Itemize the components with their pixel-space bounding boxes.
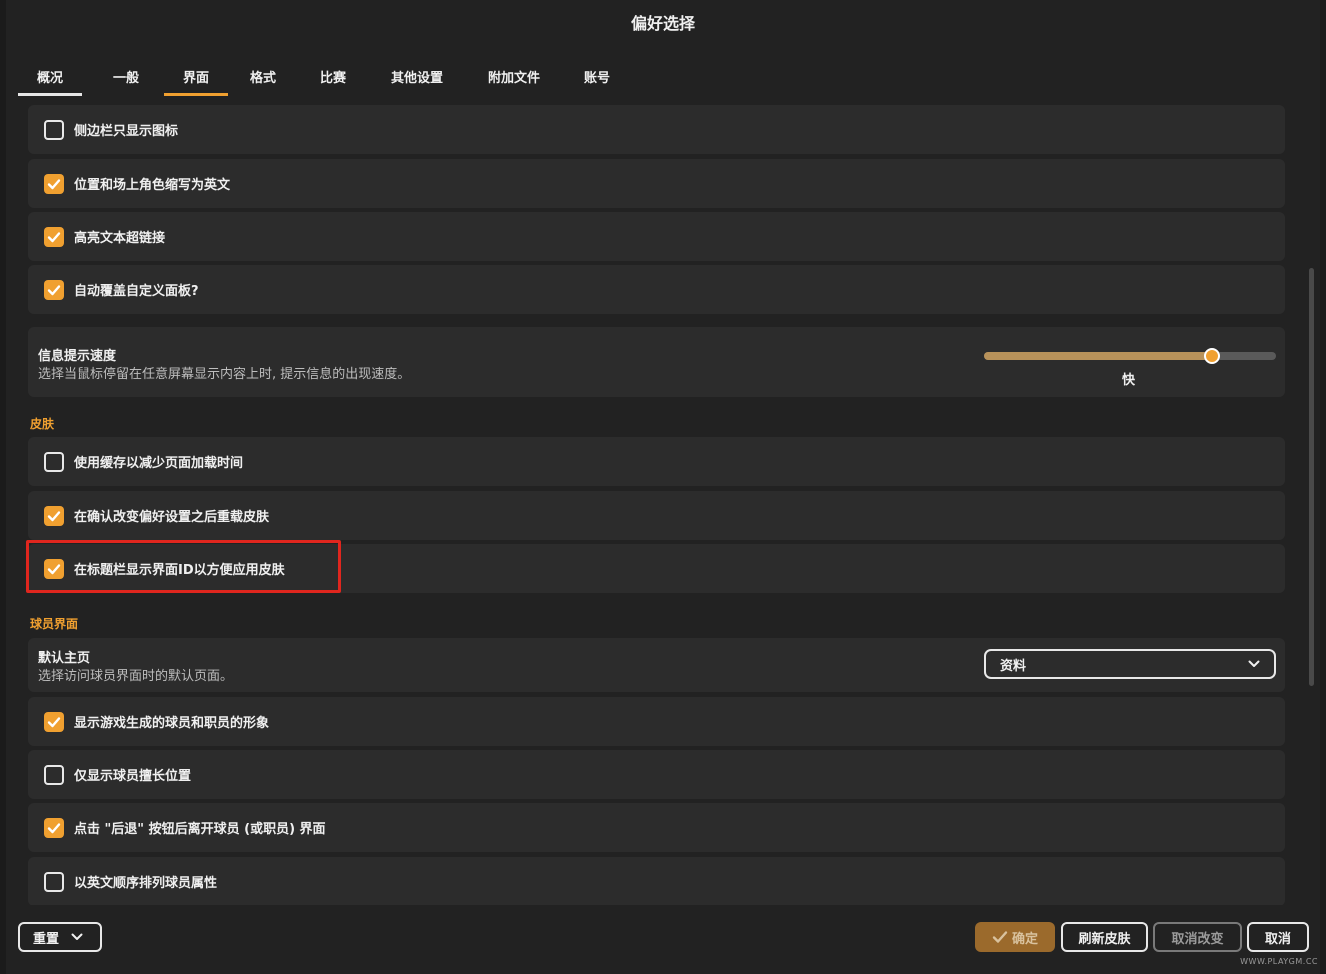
option-row[interactable]: 位置和场上角色缩写为英文 (28, 159, 1285, 208)
default-page-row: 默认主页 选择访问球员界面时的默认页面。 资料 (28, 638, 1285, 692)
refresh-skin-button-label: 刷新皮肤 (1078, 931, 1131, 947)
tab-match-label: 比赛 (319, 71, 346, 86)
tab-general-label: 一般 (112, 71, 139, 86)
default-page-dropdown[interactable]: 资料 (984, 649, 1276, 679)
option-label: 侧边栏只显示图标 (74, 124, 179, 139)
option-label: 自动覆盖自定义面板? (74, 284, 199, 299)
default-page-description: 选择访问球员界面时的默认页面。 (38, 669, 234, 684)
chevron-down-icon (71, 933, 83, 940)
default-page-title: 默认主页 (38, 651, 91, 666)
option-row[interactable]: 在确认改变偏好设置之后重载皮肤 (28, 491, 1285, 540)
slider-handle[interactable] (1204, 348, 1220, 364)
tooltip-speed-slider[interactable] (984, 348, 1276, 364)
option-label: 位置和场上角色缩写为英文 (74, 178, 231, 193)
option-row[interactable]: 高亮文本超链接 (28, 212, 1285, 261)
option-row[interactable]: 以英文顺序排列球员属性 (28, 857, 1285, 905)
tab-match[interactable]: 比赛 (298, 58, 368, 96)
undo-changes-button[interactable]: 取消改变 (1153, 922, 1242, 952)
refresh-skin-button[interactable]: 刷新皮肤 (1061, 922, 1148, 952)
option-label: 在确认改变偏好设置之后重载皮肤 (74, 510, 270, 525)
check-icon (47, 822, 61, 833)
tooltip-speed-title: 信息提示速度 (38, 349, 117, 364)
tab-overview-label: 概况 (36, 71, 63, 86)
tab-other-settings[interactable]: 其他设置 (368, 58, 466, 96)
undo-changes-button-label: 取消改变 (1171, 931, 1224, 947)
dropdown-value: 资料 (1000, 658, 1027, 674)
option-label: 显示游戏生成的球员和职员的形象 (74, 716, 270, 731)
tooltip-speed-description: 选择当鼠标停留在任意屏幕显示内容上时, 提示信息的出现速度。 (38, 367, 411, 382)
check-icon (47, 716, 61, 727)
reset-button-label: 重置 (32, 931, 59, 947)
option-label: 高亮文本超链接 (74, 231, 166, 246)
checkbox[interactable] (44, 764, 64, 785)
window-title: 偏好选择 (630, 14, 695, 33)
cancel-button[interactable]: 取消 (1247, 922, 1309, 952)
tab-overview-underline (18, 93, 82, 96)
checkbox[interactable] (44, 119, 64, 140)
section-title-player: 球员界面 (30, 617, 79, 631)
tab-account[interactable]: 账号 (562, 58, 632, 96)
annotation-highlight-box (26, 540, 341, 593)
checkbox-checked[interactable] (44, 173, 64, 194)
chevron-down-icon (1248, 660, 1260, 667)
option-row[interactable]: 点击 "后退" 按钮后离开球员 (或职员) 界面 (28, 803, 1285, 852)
reset-button[interactable]: 重置 (18, 922, 102, 952)
option-row[interactable]: 显示游戏生成的球员和职员的形象 (28, 697, 1285, 746)
option-row[interactable]: 自动覆盖自定义面板? (28, 265, 1285, 314)
tab-overview[interactable]: 概况 (18, 58, 82, 96)
tab-format-label: 格式 (249, 71, 276, 86)
checkbox-checked[interactable] (44, 505, 64, 526)
checkbox-checked[interactable] (44, 226, 64, 247)
option-row[interactable]: 仅显示球员擅长位置 (28, 750, 1285, 799)
checkbox-checked[interactable] (44, 817, 64, 838)
watermark: WWW.PLAYGM.CC (1240, 957, 1318, 966)
option-label: 以英文顺序排列球员属性 (74, 876, 218, 891)
check-icon (47, 231, 61, 242)
confirm-button[interactable]: 确定 (975, 922, 1055, 952)
settings-list: 侧边栏只显示图标 位置和场上角色缩写为英文 高亮文本超链接 自动覆盖自定义面板?… (28, 105, 1285, 905)
slider-fill (984, 352, 1212, 360)
check-icon (47, 178, 61, 189)
tab-bar: 概况 一般 界面 格式 比赛 其他设置 附加文件 账号 (18, 58, 632, 96)
confirm-button-label: 确定 (1011, 931, 1038, 947)
tab-add-ons[interactable]: 附加文件 (466, 58, 562, 96)
tab-interface-underline (164, 93, 228, 96)
tab-add-ons-label: 附加文件 (487, 71, 540, 86)
checkbox-checked[interactable] (44, 711, 64, 732)
scrollbar[interactable] (1309, 268, 1314, 686)
option-label: 使用缓存以减少页面加载时间 (74, 456, 244, 471)
option-row[interactable]: 使用缓存以减少页面加载时间 (28, 437, 1285, 486)
tab-format[interactable]: 格式 (228, 58, 298, 96)
slider-value-label: 快 (1122, 373, 1136, 388)
check-icon (992, 931, 1008, 943)
footer-bar: 重置 确定 刷新皮肤 取消改变 取消 (6, 922, 1320, 954)
preferences-window: 偏好选择 概况 一般 界面 格式 比赛 其他设置 附加文件 账号 侧边栏只显示图… (6, 0, 1320, 974)
option-label: 点击 "后退" 按钮后离开球员 (或职员) 界面 (74, 822, 326, 837)
tab-interface[interactable]: 界面 (164, 58, 228, 96)
check-icon (47, 510, 61, 521)
checkbox[interactable] (44, 451, 64, 472)
tab-account-label: 账号 (583, 71, 610, 86)
tooltip-speed-row: 信息提示速度 选择当鼠标停留在任意屏幕显示内容上时, 提示信息的出现速度。 快 (28, 327, 1285, 397)
option-row[interactable]: 侧边栏只显示图标 (28, 105, 1285, 154)
tab-other-settings-label: 其他设置 (390, 71, 443, 86)
check-icon (47, 284, 61, 295)
tab-general[interactable]: 一般 (88, 58, 164, 96)
cancel-button-label: 取消 (1264, 931, 1291, 947)
option-label: 仅显示球员擅长位置 (74, 769, 192, 784)
checkbox[interactable] (44, 871, 64, 892)
section-title-skin: 皮肤 (30, 417, 55, 431)
checkbox-checked[interactable] (44, 279, 64, 300)
tab-interface-label: 界面 (182, 71, 209, 86)
